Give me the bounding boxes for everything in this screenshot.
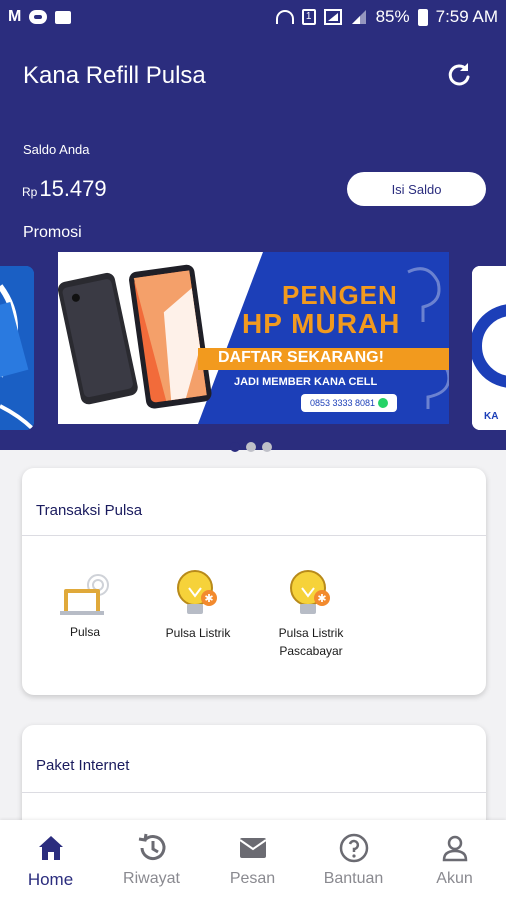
svg-text:✱: ✱	[317, 593, 326, 605]
lightbulb-icon: ✱	[177, 570, 217, 614]
clock: 7:59 AM	[435, 7, 498, 26]
signal-icon	[323, 9, 342, 25]
menu-label: Pulsa Listrik Pascabayar	[278, 626, 344, 658]
nav-bantuan[interactable]: Bantuan	[303, 820, 404, 900]
isi-saldo-button[interactable]: Isi Saldo	[347, 172, 486, 206]
nav-label: Pesan	[229, 870, 276, 887]
svg-text:✱: ✱	[204, 593, 213, 605]
promo-label: Promosi	[23, 224, 82, 241]
nav-label: Bantuan	[323, 870, 384, 887]
banner-headline-1: PENGEN	[282, 280, 398, 310]
divider	[22, 535, 486, 536]
banner-next-text: KA	[484, 411, 499, 422]
banner-phone: 0853 3333 8081	[309, 398, 376, 408]
banner-prev-peek[interactable]	[0, 266, 34, 430]
account-icon	[442, 835, 468, 862]
banner-prev-art	[0, 266, 34, 430]
phone-icon	[60, 574, 109, 615]
carousel-dot[interactable]	[262, 442, 272, 452]
menu-pulsa-listrik-pascabayar[interactable]: ✱ Pulsa Listrik Pascabayar	[256, 568, 366, 660]
battery-percent: 85%	[375, 7, 410, 26]
message-icon	[55, 10, 72, 24]
line-icon	[29, 10, 48, 24]
saldo-balance: Rp 15.479	[22, 176, 107, 202]
nav-label: Home	[27, 870, 74, 889]
saldo-label: Saldo Anda	[23, 142, 90, 157]
card-title: Transaksi Pulsa	[36, 502, 143, 519]
nav-akun[interactable]: Akun	[404, 820, 505, 900]
app-title: Kana Refill Pulsa	[23, 62, 206, 89]
sim-badge: 1	[301, 9, 316, 25]
menu-pulsa-listrik[interactable]: ✱ Pulsa Listrik	[143, 568, 253, 642]
banner-sub: JADI MEMBER KANA CELL	[234, 376, 378, 388]
card-title: Paket Internet	[36, 757, 130, 774]
menu-pulsa[interactable]: Pulsa	[30, 573, 140, 641]
nav-home[interactable]: Home	[0, 820, 101, 900]
status-bar: M 1 85% 7:59 AM	[0, 0, 506, 34]
nav-label: Riwayat	[123, 870, 180, 887]
gmail-icon: M	[8, 8, 22, 25]
carousel-dots	[230, 442, 272, 452]
history-icon	[138, 833, 166, 861]
carousel-dot[interactable]	[230, 442, 240, 452]
refresh-icon[interactable]	[444, 60, 474, 90]
banner-headline-2: HP MURAH	[242, 308, 401, 339]
menu-label: Pulsa	[69, 625, 101, 639]
mail-icon	[239, 838, 267, 858]
transaksi-pulsa-card: Transaksi Pulsa Pulsa ✱ Pulsa Listrik ✱	[22, 468, 486, 695]
banner-next-peek[interactable]: KA	[472, 266, 506, 430]
saldo-amount: 15.479	[39, 176, 107, 201]
banner-cta: DAFTAR SEKARANG!	[218, 349, 384, 366]
menu-label: Pulsa Listrik	[165, 626, 231, 640]
battery-icon	[417, 8, 428, 26]
bottom-nav: Home Riwayat Pesan Bantuan Akun	[0, 820, 506, 900]
nav-pesan[interactable]: Pesan	[202, 820, 303, 900]
divider	[22, 792, 486, 793]
nav-label: Akun	[436, 870, 473, 887]
carousel-dot[interactable]	[246, 442, 256, 452]
help-icon	[339, 833, 369, 863]
wifi-icon	[275, 10, 294, 24]
promo-banner[interactable]: PENGEN HP MURAH DAFTAR SEKARANG! JADI ME…	[58, 252, 449, 424]
whatsapp-icon	[378, 398, 389, 408]
lightbulb-icon: ✱	[290, 570, 330, 614]
banner-next-art	[472, 266, 506, 430]
currency-label: Rp	[22, 185, 38, 199]
banner-phone-pill: 0853 3333 8081	[301, 394, 397, 412]
nav-riwayat[interactable]: Riwayat	[101, 820, 202, 900]
signal-strength-icon	[351, 10, 366, 24]
home-icon	[39, 836, 63, 860]
